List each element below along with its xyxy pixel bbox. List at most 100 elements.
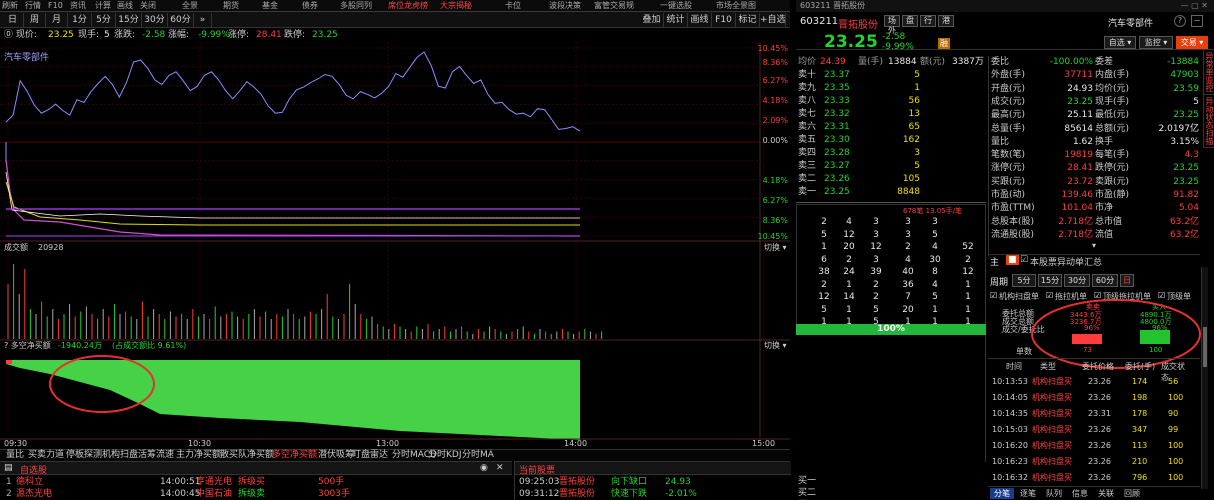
toolbar-btn-0[interactable]: 日	[2, 13, 24, 27]
indicator-tab-5[interactable]: 主力净买额	[176, 450, 221, 461]
detail-tab-2[interactable]: 队列	[1042, 488, 1066, 499]
menu-item-17[interactable]: 一键选股	[660, 0, 692, 11]
menu-item-13[interactable]: 大宗揭秘	[440, 0, 472, 11]
minimize-icon[interactable]: −	[1191, 15, 1203, 27]
toolbar-btn-8[interactable]: »	[194, 13, 212, 27]
toolbar-btn-1[interactable]: 周	[24, 13, 46, 27]
watchlist-toggle-icon[interactable]: ▤	[4, 463, 13, 473]
tab-main[interactable]: 主	[990, 255, 999, 268]
current-stock-row[interactable]: 09:25:03 晋拓股份 向下缺口 24.93	[515, 476, 791, 488]
table-row[interactable]: 10:16:32 机构扫盘买 23.26 796 100	[988, 471, 1200, 485]
toolbar-btn-3[interactable]: 1分	[68, 13, 92, 27]
intraday-chart[interactable]: 10.45% 8.36% 6.27% 4.18% 2.09% 0.00% 4.18% 6.27…	[0, 42, 790, 452]
expand-stats-icon[interactable]: ▾	[1092, 241, 1096, 250]
menu-item-2[interactable]: F10	[48, 0, 63, 11]
scrollbar[interactable]	[1201, 267, 1208, 489]
toolbar-btn-11[interactable]: 画线	[688, 13, 712, 27]
indicator-tab-8[interactable]: 潜伏吸筹	[318, 450, 354, 461]
detail-tab-0[interactable]: 分笔	[990, 488, 1014, 499]
menu-item-0[interactable]: 刷新	[2, 0, 18, 11]
close-icon[interactable]: ✕	[496, 463, 504, 473]
menu-item-15[interactable]: 波段决策	[549, 0, 581, 11]
sell-level-row[interactable]: 卖九 23.35 1	[796, 82, 986, 94]
toolbar-btn-4[interactable]: 5分	[92, 13, 116, 27]
menu-item-9[interactable]: 基金	[262, 0, 278, 11]
header-tab-3[interactable]: 港	[938, 15, 954, 27]
trade-button[interactable]: 交易 ▾	[1176, 36, 1208, 49]
sell-level-row[interactable]: 卖七 23.32 13	[796, 108, 986, 120]
period-btn-3[interactable]: 60分	[1092, 274, 1118, 287]
watchlist-title[interactable]: 自选股	[20, 463, 47, 476]
sell-level-row[interactable]: 卖八 23.33 56	[796, 95, 986, 107]
menu-item-3[interactable]: 资讯	[70, 0, 86, 11]
toolbar-btn-9[interactable]: 叠加	[640, 13, 664, 27]
period-btn-4[interactable]: 日	[1120, 274, 1134, 287]
settings-icon[interactable]: ◉	[480, 463, 488, 473]
menu-item-14[interactable]: 卡位	[505, 0, 521, 11]
indicator-tab-11[interactable]: 分时KDJ	[428, 450, 462, 461]
period-btn-0[interactable]: 5分	[1012, 274, 1036, 287]
period-btn-2[interactable]: 30分	[1064, 274, 1090, 287]
toolbar-btn-12[interactable]: F10	[712, 13, 736, 27]
window-controls[interactable]: — ▢ ✕	[1181, 0, 1208, 11]
toolbar-btn-13[interactable]: 标记	[736, 13, 760, 27]
indicator-tab-6[interactable]: 散买队净买额	[220, 450, 274, 461]
sell-level-row[interactable]: 卖二 23.26 105	[796, 173, 986, 185]
sell-level-row[interactable]: 卖十 23.37 5	[796, 69, 986, 81]
add-watchlist-button[interactable]: 自选 ▾	[1104, 36, 1136, 49]
toolbar-btn-10[interactable]: 统计	[664, 13, 688, 27]
toolbar-btn-5[interactable]: 15分	[116, 13, 142, 27]
toolbar-btn-7[interactable]: 60分	[168, 13, 194, 27]
table-row[interactable]: 10:14:35 机构扫盘买 23.31 178 90	[988, 407, 1200, 421]
menu-item-12[interactable]: 席位龙虎榜	[388, 0, 428, 11]
watchlist-row[interactable]: 2 源杰光电 14:00:45 中国石油 拆级卖 3003手	[0, 488, 512, 500]
indicator-tab-4[interactable]: 活筹流速	[138, 450, 174, 461]
vertical-tab-1[interactable]: 异动状态扫描	[1204, 95, 1214, 148]
indicator-tab-12[interactable]: 分时MA	[462, 450, 494, 461]
menu-item-8[interactable]: 期货	[223, 0, 239, 11]
tab-summary[interactable]: 本股票异动单汇总	[1030, 255, 1102, 268]
toolbar-btn-2[interactable]: 月	[46, 13, 68, 27]
table-row[interactable]: 10:15:03 机构扫盘买 23.26 347 99	[988, 423, 1200, 437]
indicator-tab-1[interactable]: 买卖力道	[28, 450, 64, 461]
detail-tab-4[interactable]: 关联	[1094, 488, 1118, 499]
header-tab-0[interactable]: 场外	[884, 15, 900, 35]
vertical-tab-0[interactable]: 异常单监控	[1204, 50, 1214, 95]
sell-level-row[interactable]: 卖一 23.25 8848	[796, 186, 986, 198]
current-stock-row[interactable]: 09:31:12 晋拓股份 快速下跌 -2.01%	[515, 488, 791, 500]
sell-level-row[interactable]: 卖六 23.31 65	[796, 121, 986, 133]
sell-level-row[interactable]: 卖四 23.28 3	[796, 147, 986, 159]
menu-item-16[interactable]: 富管交易规	[594, 0, 634, 11]
table-row[interactable]: 10:16:23 机构扫盘买 23.26 210 100	[988, 455, 1200, 469]
sell-level-row[interactable]: 卖五 23.30 162	[796, 134, 986, 146]
detail-tab-5[interactable]: 回顾	[1120, 488, 1144, 499]
table-row[interactable]: 10:16:20 机构扫盘买 23.26 113 100	[988, 439, 1200, 453]
table-row[interactable]: 10:13:53 机构扫盘买 23.26 174 56	[988, 375, 1200, 389]
period-btn-1[interactable]: 15分	[1038, 274, 1062, 287]
indicator-tab-0[interactable]: 量比	[6, 450, 24, 461]
indicator-tab-9[interactable]: 盯盘雷达	[352, 450, 388, 461]
menu-item-11[interactable]: 多股同列	[340, 0, 372, 11]
indicator-tab-2[interactable]: 停板探测	[66, 450, 102, 461]
menu-item-7[interactable]: 全景	[182, 0, 198, 11]
monitor-button[interactable]: 监控 ▾	[1139, 36, 1173, 49]
menu-item-5[interactable]: 画线	[117, 0, 133, 11]
indicator-tab-7[interactable]: 多空净买额	[272, 450, 317, 461]
toolbar-btn-14[interactable]: +自选	[760, 13, 786, 27]
sell-level-row[interactable]: 卖三 23.27 5	[796, 160, 986, 172]
menu-item-18[interactable]: 市场全景图	[716, 0, 756, 11]
checkbox-icon[interactable]: ☑	[990, 291, 997, 300]
menu-item-10[interactable]: 债券	[302, 0, 318, 11]
menu-item-1[interactable]: 行情	[25, 0, 41, 11]
detail-tab-1[interactable]: 逐笔	[1016, 488, 1040, 499]
tab-red-flag[interactable]: ■	[1006, 255, 1019, 265]
help-icon[interactable]: ?	[1174, 15, 1186, 27]
table-row[interactable]: 10:14:05 机构扫盘买 23.26 198 100	[988, 391, 1200, 405]
menu-item-6[interactable]: 关闭	[140, 0, 156, 11]
watchlist-row[interactable]: 1 德科立 14:00:51 亨通光电 拆级买 500手	[0, 476, 512, 488]
header-tab-2[interactable]: 行	[920, 15, 936, 27]
header-tab-1[interactable]: 盘	[902, 15, 918, 27]
detail-tab-3[interactable]: 信息	[1068, 488, 1092, 499]
menu-item-4[interactable]: 计算	[95, 0, 111, 11]
indicator-tab-3[interactable]: 机构扫盘	[102, 450, 138, 461]
